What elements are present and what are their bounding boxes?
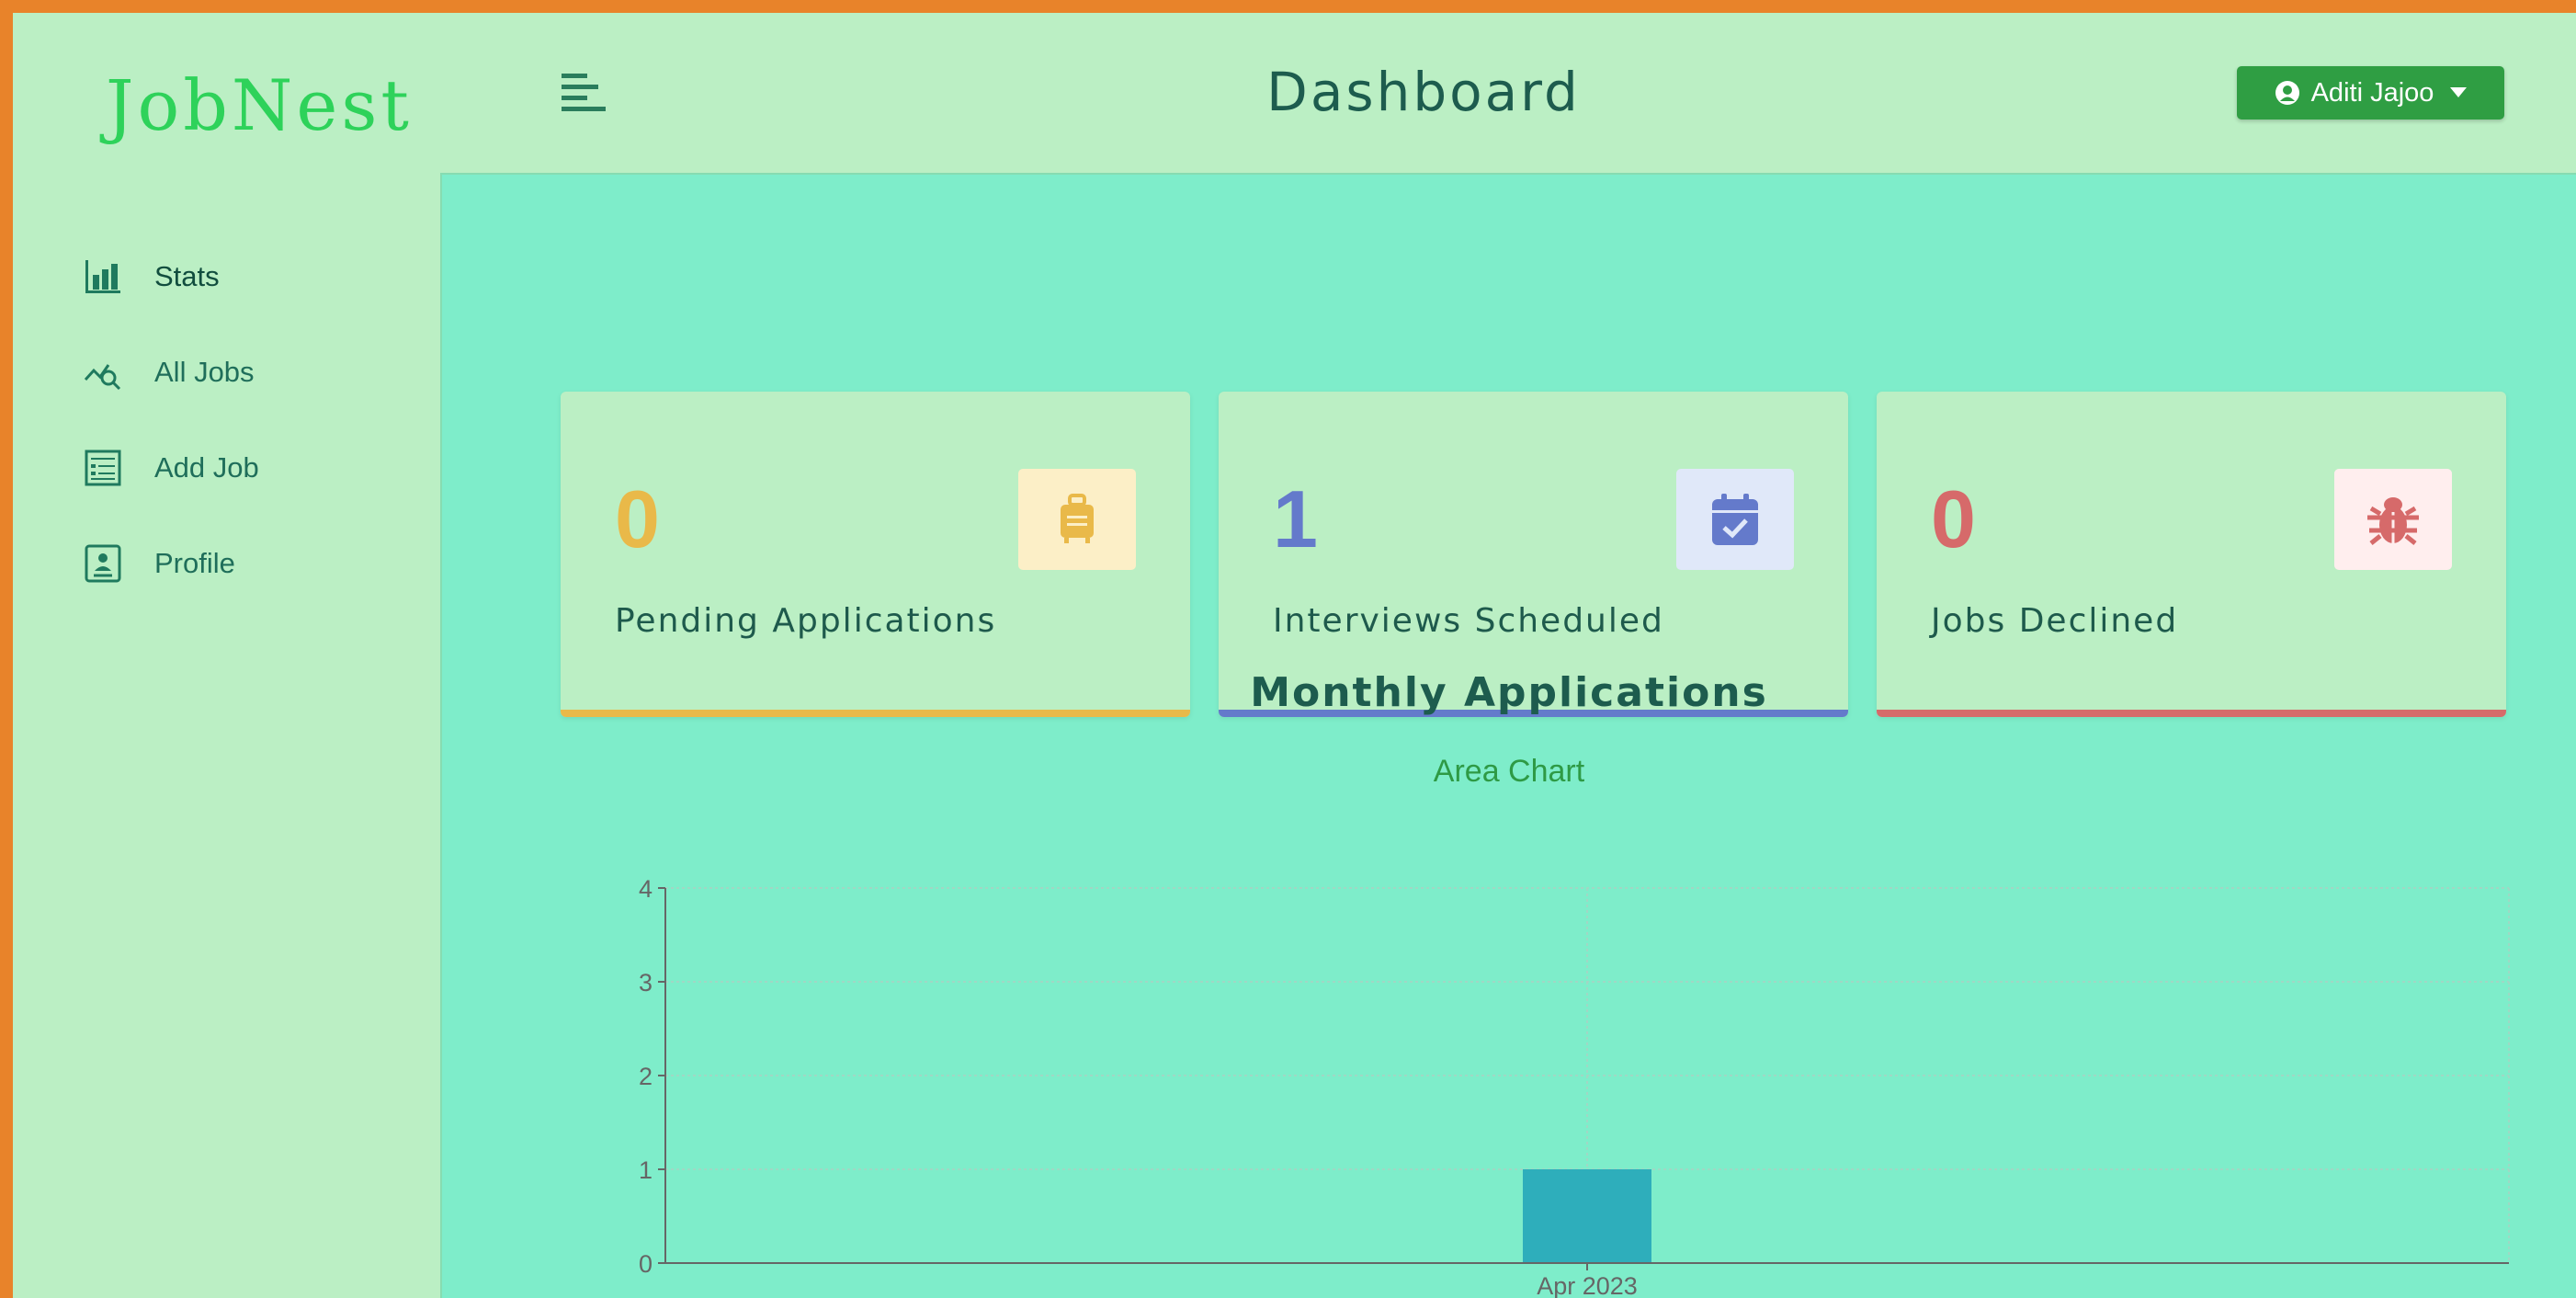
user-circle-icon — [2275, 80, 2300, 106]
sidebar-nav: Stats All Jobs Add Job Profile — [83, 245, 259, 627]
sidebar: JobNest Stats All Jobs Add Job Profile — [13, 13, 440, 1298]
chart-search-icon — [83, 347, 134, 398]
page-title: Dashboard — [1266, 61, 1581, 123]
app-logo[interactable]: JobNest — [106, 64, 413, 146]
y-tick-label: 4 — [639, 875, 653, 903]
top-header: Dashboard Aditi Jajoo — [440, 13, 2576, 175]
chevron-down-icon — [2450, 87, 2468, 98]
id-card-icon — [83, 538, 134, 589]
sidebar-item-label: Stats — [154, 260, 220, 292]
user-name: Aditi Jajoo — [2310, 77, 2434, 108]
sidebar-item-all-jobs[interactable]: All Jobs — [83, 340, 259, 404]
sidebar-item-stats[interactable]: Stats — [83, 245, 259, 309]
y-tick-label: 0 — [639, 1250, 653, 1278]
sidebar-item-add-job[interactable]: Add Job — [83, 436, 259, 500]
y-tick-label: 1 — [639, 1156, 653, 1184]
x-tick-label: Apr 2023 — [1537, 1272, 1638, 1298]
y-tick-label: 2 — [639, 1063, 653, 1090]
sidebar-item-label: Add Job — [154, 451, 259, 484]
sidebar-item-label: All Jobs — [154, 356, 255, 388]
monthly-applications-chart: 0 1 2 3 4 Apr 2023 — [639, 875, 2510, 1298]
sidebar-item-profile[interactable]: Profile — [83, 531, 259, 596]
main-content: 0 Pending Applications 1 Interviews Sche… — [440, 175, 2576, 1298]
bar-chart-icon — [83, 251, 134, 302]
chart-bar — [1523, 1169, 1651, 1263]
app-frame: JobNest Stats All Jobs Add Job Profile D… — [13, 13, 2576, 1298]
sidebar-item-label: Profile — [154, 547, 235, 579]
form-icon — [83, 442, 134, 494]
y-tick-label: 3 — [639, 969, 653, 996]
user-menu-button[interactable]: Aditi Jajoo — [2237, 66, 2504, 120]
